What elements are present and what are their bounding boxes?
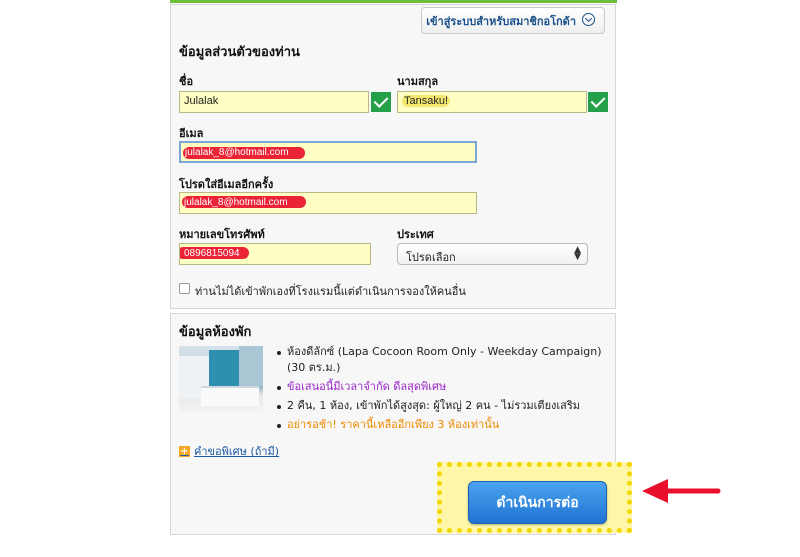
email-label: อีเมล bbox=[179, 127, 204, 140]
red-arrow-icon bbox=[642, 479, 721, 503]
top-accent-line bbox=[170, 0, 617, 3]
plus-icon: + bbox=[179, 445, 190, 457]
country-select[interactable]: โปรดเลือก ▲ ▼ bbox=[397, 243, 588, 265]
email-value: julalak_8@hotmail.com bbox=[185, 147, 289, 158]
email-confirm-value: julalak_8@hotmail.com bbox=[184, 197, 288, 208]
room-details-list: ห้องดีลักซ์ (Lapa Cocoon Room Only - Wee… bbox=[277, 344, 609, 436]
valid-check-icon bbox=[588, 92, 608, 112]
last-name-label: นามสกุล bbox=[397, 75, 439, 88]
last-name-field[interactable]: Tansaku! bbox=[397, 91, 587, 113]
room-info-title: ข้อมูลห้องพัก bbox=[179, 325, 252, 340]
email-confirm-field[interactable]: julalak_8@hotmail.com bbox=[179, 192, 477, 214]
room-detail-type: ห้องดีลักซ์ (Lapa Cocoon Room Only - Wee… bbox=[277, 344, 609, 376]
valid-check-icon bbox=[371, 92, 391, 112]
member-login-button[interactable]: เข้าสู่ระบบสำหรับสมาชิกอโกด้า bbox=[421, 7, 605, 34]
country-label: ประเทศ bbox=[397, 228, 434, 241]
booking-for-other-label: ท่านไม่ได้เข้าพักเองที่โรงแรมนี้แต่ดำเนิ… bbox=[195, 285, 466, 298]
email-confirm-label: โปรดใส่อีเมลอีกครั้ง bbox=[179, 178, 274, 191]
continue-label: ดำเนินการต่อ bbox=[496, 494, 579, 511]
booking-for-other-checkbox[interactable] bbox=[179, 283, 190, 294]
select-arrows-icon: ▲ ▼ bbox=[574, 245, 581, 262]
country-select-value: โปรดเลือก bbox=[406, 251, 456, 264]
email-field[interactable]: julalak_8@hotmail.com bbox=[179, 141, 477, 163]
personal-info-title: ข้อมูลส่วนตัวของท่าน bbox=[179, 45, 300, 60]
special-request-label: คำขอพิเศษ (ถ้ามี) bbox=[194, 445, 280, 458]
first-name-label: ชื่อ bbox=[179, 75, 194, 88]
room-photo bbox=[179, 346, 263, 412]
room-detail-stay: 2 คืน, 1 ห้อง, เข้าพักได้สูงสุด: ผู้ใหญ่… bbox=[277, 398, 609, 414]
continue-button[interactable]: ดำเนินการต่อ bbox=[468, 481, 607, 524]
last-name-value: Tansaku! bbox=[402, 95, 451, 107]
phone-field[interactable]: 0896815094 bbox=[179, 243, 371, 265]
room-detail-offer: ข้อเสนอนี้มีเวลาจำกัด ดีลสุดพิเศษ bbox=[277, 379, 609, 395]
phone-value: 0896815094 bbox=[184, 248, 240, 259]
room-detail-urgency: อย่ารอช้า! ราคานี้เหลืออีกเพียง 3 ห้องเท… bbox=[277, 417, 609, 433]
phone-label: หมายเลขโทรศัพท์ bbox=[179, 228, 265, 241]
special-request-link[interactable]: + คำขอพิเศษ (ถ้ามี) bbox=[179, 442, 279, 460]
first-name-field[interactable]: Julalak bbox=[179, 91, 369, 113]
chevron-down-icon bbox=[582, 13, 595, 26]
member-login-label: เข้าสู่ระบบสำหรับสมาชิกอโกด้า bbox=[426, 14, 576, 28]
